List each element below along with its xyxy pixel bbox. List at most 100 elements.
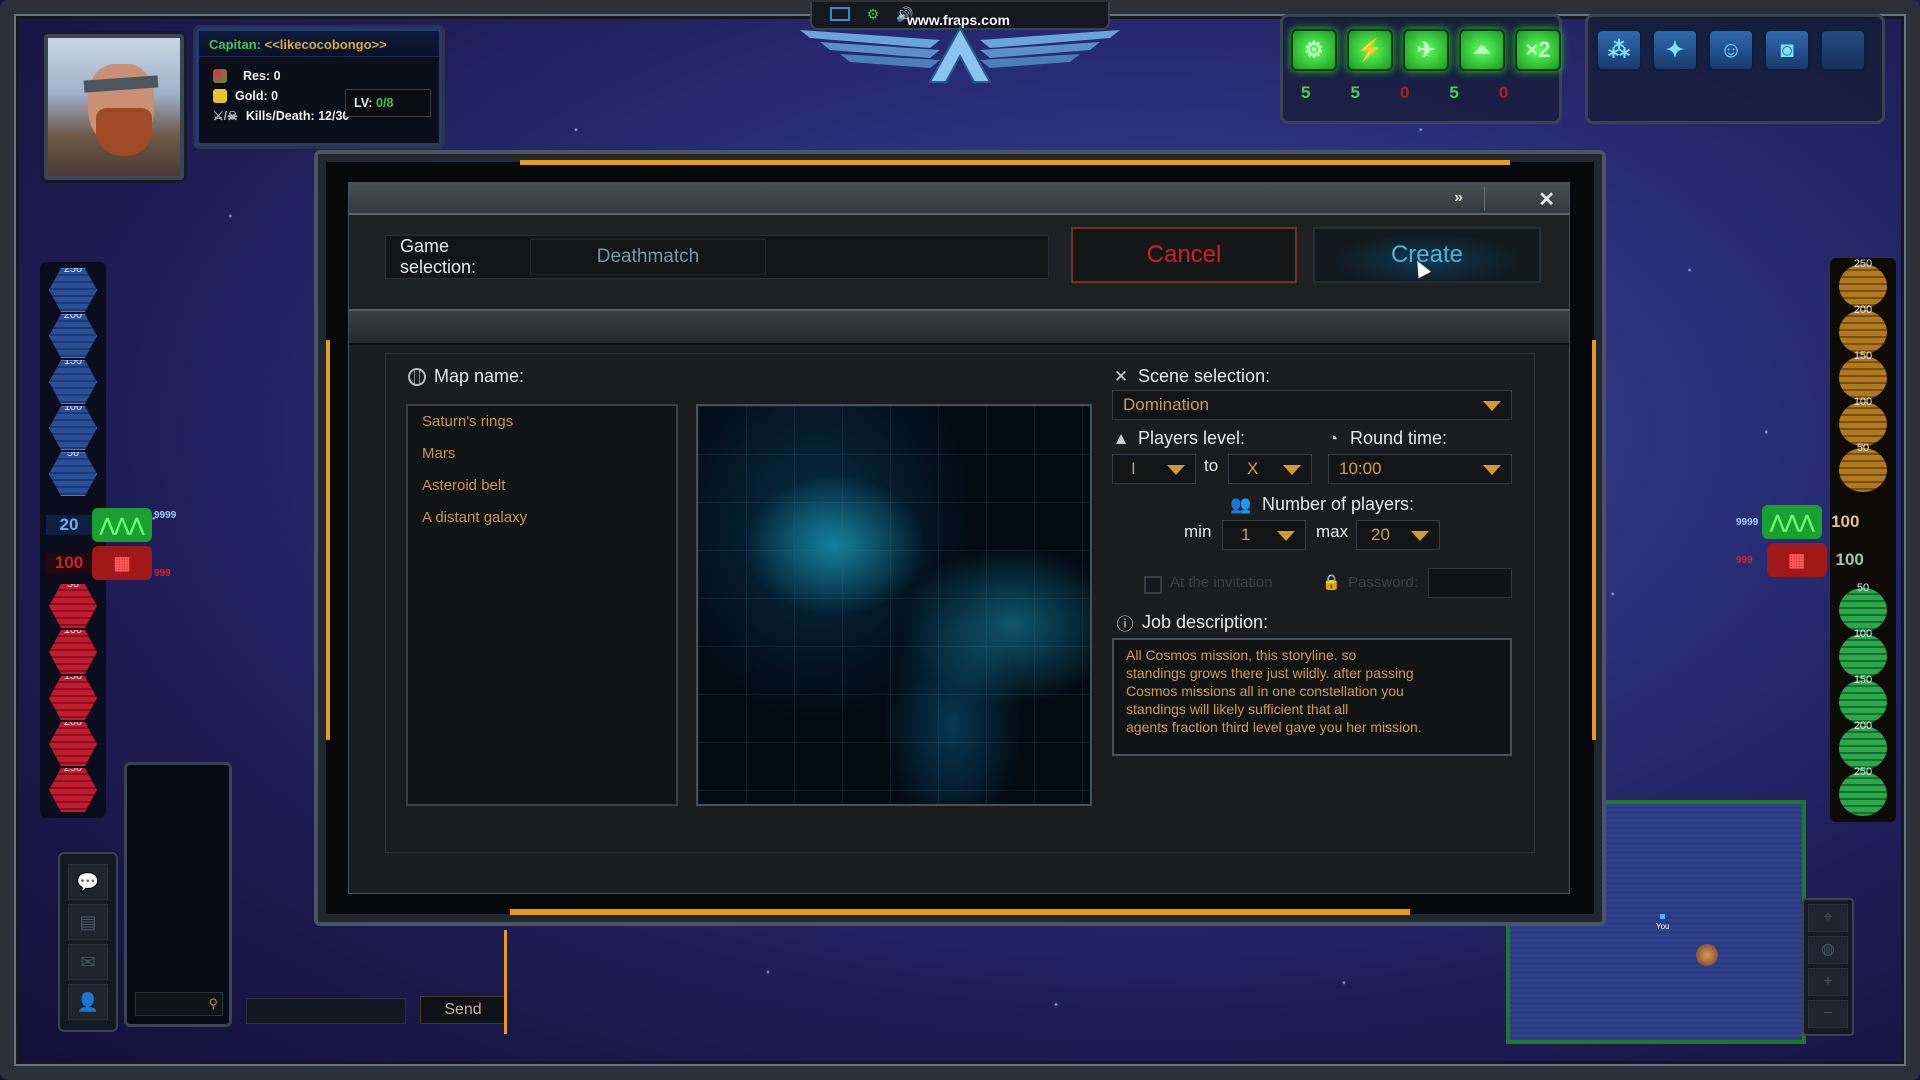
gauge-cell: 50 (49, 584, 97, 628)
gauge-tick-label: 200 (1853, 720, 1873, 732)
empty-slot[interactable] (1820, 29, 1866, 71)
gold-row: Gold: 0 (213, 89, 278, 103)
dialog-accent-top (520, 160, 1510, 165)
gauge-tick-label: 250 (1853, 258, 1873, 270)
kd-row: ⚔/☠ Kills/Death: 12/30 (213, 109, 350, 123)
level-value: 0/8 (376, 96, 394, 110)
gauge-tick-label: 100 (1853, 396, 1873, 408)
chat-message-input[interactable] (246, 998, 406, 1024)
map-item[interactable]: Mars (408, 438, 676, 470)
user-icon[interactable]: 👤 (68, 984, 108, 1020)
player-card: Capitan: <<likecocobongo>> Res: 0 Gold: … (196, 28, 442, 146)
gauge-cell: 200 (1839, 304, 1887, 354)
wings-logo-icon (800, 26, 1120, 83)
gauge-cell: 250 (49, 768, 97, 812)
gauge-cell: 200 (1839, 720, 1887, 770)
gauge-cell: 50 (1839, 582, 1887, 632)
players-level-label: ▲ Players level: (1112, 428, 1246, 448)
game-selection-value[interactable]: Deathmatch (530, 239, 766, 275)
target-ship-icon[interactable]: ✦ (1652, 29, 1698, 71)
ability-count: 0 (1498, 83, 1509, 102)
scene-selection-label: ✕ Scene selection: (1113, 366, 1271, 386)
gauge-tick-label: 200 (1853, 304, 1873, 316)
gauge-tick-label: 250 (63, 263, 83, 275)
gauge-cell: 150 (49, 676, 97, 720)
map-name-label: Map name: (408, 366, 524, 387)
gauge-tick-label: 100 (1853, 628, 1873, 640)
max-label: max (1316, 522, 1349, 541)
level-box: LV: 0/8 (345, 89, 431, 117)
invitation-checkbox[interactable] (1144, 576, 1162, 594)
gauge-cell: 100 (1839, 396, 1887, 446)
signal-red-icon: ▦ (1766, 543, 1827, 577)
level-to-dropdown[interactable]: X (1228, 454, 1312, 484)
goggles-icon[interactable]: ◙ (1764, 29, 1810, 71)
level-from-dropdown[interactable]: I (1112, 454, 1196, 484)
scene-selection-dropdown[interactable]: Domination (1112, 390, 1512, 420)
invitation-label: At the invitation (1170, 574, 1273, 591)
chevron-down-icon (1411, 531, 1429, 541)
gauge-cell: 200 (49, 722, 97, 766)
shield-gear-icon[interactable]: ⚙ (1291, 29, 1337, 71)
dialog-titlebar[interactable]: » ✕ (349, 183, 1569, 215)
shield-bolt-icon[interactable]: ⚡ (1347, 29, 1393, 71)
dialog-body: Map name: Saturn's rings Mars Asteroid b… (385, 353, 1535, 853)
screen-icon[interactable] (830, 7, 850, 21)
close-icon[interactable]: ✕ (1538, 187, 1555, 212)
gauge-cell: 250 (1839, 258, 1887, 308)
lock-icon: 🔒 (1322, 574, 1341, 591)
gauge-cell: 200 (49, 314, 97, 358)
max-players-dropdown[interactable]: 20 (1356, 520, 1440, 550)
dialog-accent-right (1592, 340, 1596, 740)
resources-icon (213, 69, 227, 83)
send-button[interactable]: Send (420, 996, 506, 1024)
gauge-cell: 50 (1839, 442, 1887, 492)
player-marker (1660, 914, 1665, 919)
chat-search-input[interactable]: ⚲ (135, 992, 223, 1016)
dialog-header: Game selection: Deathmatch Cancel Create (349, 215, 1569, 311)
player-avatar[interactable] (44, 34, 184, 180)
left-gauge-upper: 20 ⋀⋀⋀ 9999 (46, 508, 176, 542)
swords-skull-icon: ⚔/☠ (213, 109, 238, 123)
password-input[interactable] (1428, 568, 1512, 598)
chat-channel-list[interactable]: ⚲ (124, 762, 232, 1027)
ability-count: 5 (1449, 83, 1459, 102)
ability-count: 5 (1301, 83, 1311, 102)
ability-count: 5 (1350, 83, 1360, 102)
level-to-label: to (1204, 456, 1219, 475)
formation-icon[interactable]: ⁂ (1596, 29, 1642, 71)
rocket-icon: ▲ (1112, 428, 1130, 448)
min-players-dropdown[interactable]: 1 (1222, 520, 1306, 550)
signal-red-icon: ▦ (92, 546, 152, 580)
zoom-out-icon[interactable]: − (1808, 1000, 1848, 1028)
job-description-text: All Cosmos mission, this storyline. so s… (1112, 638, 1512, 756)
round-time-dropdown[interactable]: 10:00 (1328, 454, 1512, 484)
rocket-icon[interactable]: ✈ (1403, 29, 1449, 71)
rank-chevron-icon[interactable]: ⏶ (1459, 29, 1505, 71)
gauge-cell: 100 (1839, 628, 1887, 678)
x2-icon[interactable]: ×2 (1515, 29, 1561, 71)
cancel-button[interactable]: Cancel (1071, 227, 1297, 283)
map-item[interactable]: A distant galaxy (408, 502, 676, 534)
left-gauge-lower: 100 ▦ 999 (46, 546, 171, 580)
player-name: <<likecocobongo>> (264, 37, 387, 52)
right-gauge-lower: 999 ▦ 100 (1736, 543, 1873, 577)
zoom-in-icon[interactable]: + (1808, 968, 1848, 996)
search-icon[interactable]: ⚲ (208, 996, 218, 1011)
password-label: Password: (1348, 574, 1419, 591)
ability-panel-green: ⚙ ⚡ ✈ ⏶ ×2 5 5 0 5 0 (1280, 14, 1562, 124)
location-pin-icon[interactable]: ⌖ (1808, 904, 1848, 932)
mail-icon[interactable]: ✉ (68, 944, 108, 980)
globe-icon[interactable]: ◍ (1808, 936, 1848, 964)
smiley-icon[interactable]: ☺ (1708, 29, 1754, 71)
create-button[interactable]: Create (1313, 227, 1541, 283)
chat-bubbles-icon[interactable]: 💬 (68, 864, 108, 900)
gauge-cell: 100 (49, 630, 97, 674)
collapse-icon[interactable]: » (1454, 189, 1463, 207)
map-item[interactable]: Saturn's rings (408, 406, 676, 438)
gauge-cell: 250 (49, 268, 97, 312)
chat-sidebar: 💬 ▤ ✉ 👤 (58, 852, 118, 1032)
message-icon[interactable]: ▤ (68, 904, 108, 940)
gear-icon[interactable]: ⚙ (864, 6, 882, 22)
map-item[interactable]: Asteroid belt (408, 470, 676, 502)
